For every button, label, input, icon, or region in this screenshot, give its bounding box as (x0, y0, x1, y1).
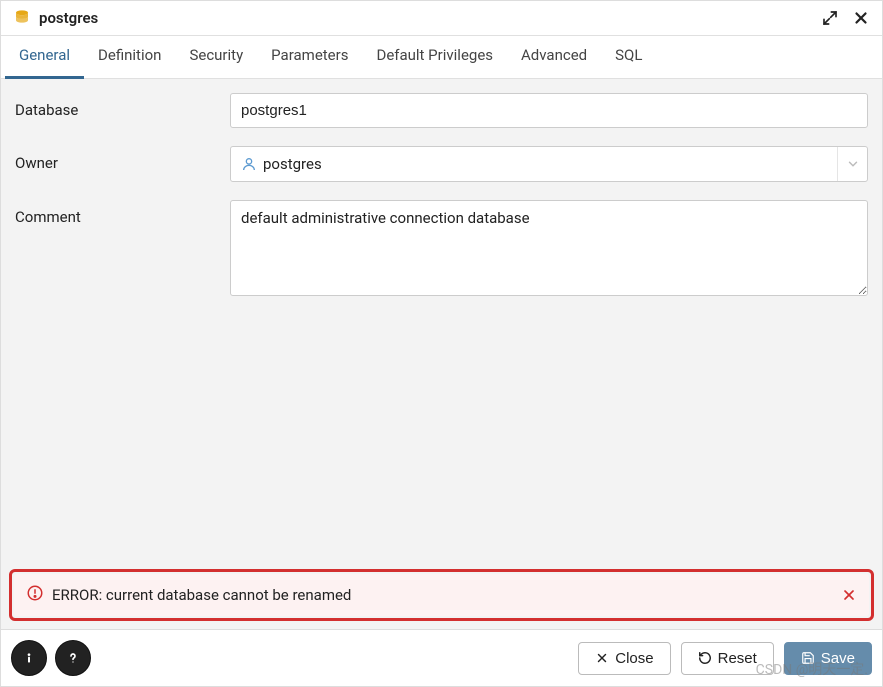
reset-label: Reset (718, 650, 757, 667)
control-owner: postgres (230, 146, 868, 182)
tab-sql[interactable]: SQL (601, 36, 656, 79)
database-icon (13, 9, 31, 27)
dialog-title-wrap: postgres (13, 9, 98, 27)
alert-inner: ERROR: current database cannot be rename… (14, 574, 869, 616)
footer-left (11, 640, 91, 676)
dialog-header: postgres (1, 1, 882, 36)
x-icon (595, 651, 609, 665)
reset-button[interactable]: Reset (681, 642, 774, 675)
alert-message: ERROR: current database cannot be rename… (52, 586, 351, 604)
form-area: Database Owner postgres (1, 79, 882, 561)
owner-select-content: postgres (231, 147, 837, 181)
alert-left: ERROR: current database cannot be rename… (26, 584, 351, 606)
maximize-icon[interactable] (822, 10, 838, 26)
label-comment: Comment (15, 200, 230, 226)
owner-select[interactable]: postgres (230, 146, 868, 182)
chevron-down-icon (837, 147, 867, 181)
label-database: Database (15, 93, 230, 119)
owner-value: postgres (263, 155, 322, 173)
save-label: Save (821, 650, 855, 667)
close-button[interactable]: Close (578, 642, 670, 675)
user-icon (241, 156, 257, 172)
tab-security[interactable]: Security (175, 36, 257, 79)
row-owner: Owner postgres (15, 146, 868, 182)
close-icon[interactable] (852, 9, 870, 27)
label-owner: Owner (15, 146, 230, 172)
help-button[interactable] (55, 640, 91, 676)
database-input[interactable] (230, 93, 868, 128)
comment-textarea[interactable] (230, 200, 868, 296)
reset-icon (698, 651, 712, 665)
save-icon (801, 651, 815, 665)
dialog-footer: Close Reset Save CSDN @明天一定. (1, 629, 882, 686)
control-comment (230, 200, 868, 300)
tabs: General Definition Security Parameters D… (1, 36, 882, 79)
row-comment: Comment (15, 200, 868, 300)
header-actions (822, 9, 870, 27)
tab-parameters[interactable]: Parameters (257, 36, 362, 79)
close-label: Close (615, 650, 653, 667)
info-button[interactable] (11, 640, 47, 676)
error-icon (26, 584, 44, 606)
control-database (230, 93, 868, 128)
alert-wrap: ERROR: current database cannot be rename… (1, 561, 882, 629)
error-alert: ERROR: current database cannot be rename… (9, 569, 874, 621)
dialog-title: postgres (39, 9, 98, 27)
tab-definition[interactable]: Definition (84, 36, 175, 79)
footer-right: Close Reset Save CSDN @明天一定. (578, 642, 872, 675)
tab-default-privileges[interactable]: Default Privileges (362, 36, 507, 79)
tab-advanced[interactable]: Advanced (507, 36, 601, 79)
row-database: Database (15, 93, 868, 128)
tab-general[interactable]: General (5, 36, 84, 79)
save-button[interactable]: Save (784, 642, 872, 675)
alert-close-icon[interactable] (841, 587, 857, 603)
